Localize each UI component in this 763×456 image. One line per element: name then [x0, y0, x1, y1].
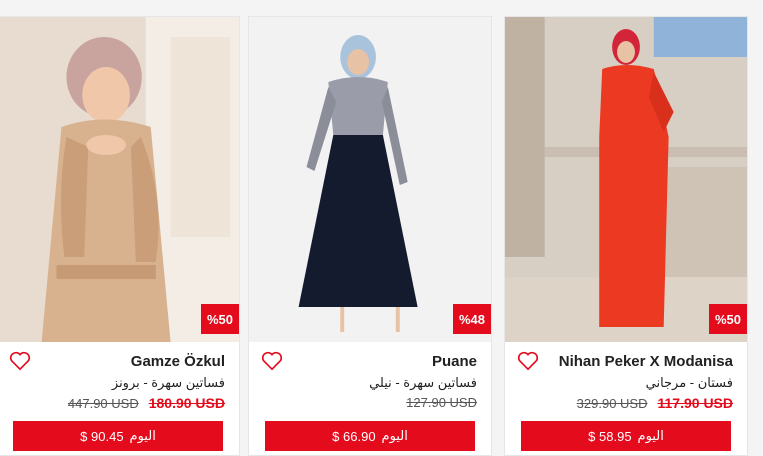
- product-card[interactable]: %50 Nihan Peker X Modanisa فستان - مرجان…: [504, 16, 748, 456]
- today-price: $ 58.95: [588, 428, 632, 444]
- product-grid: %50 Gamze Özkul فساتين سهرة - برونز 447.…: [0, 0, 763, 456]
- product-image[interactable]: [505, 17, 747, 342]
- old-price: 127.90 USD: [406, 395, 477, 410]
- today-price-button[interactable]: $ 66.90 اليوم: [265, 421, 475, 451]
- price-row: 447.90 USD 180.90 USD: [68, 395, 225, 411]
- today-price: $ 66.90: [332, 428, 376, 444]
- product-card[interactable]: %50 Gamze Özkul فساتين سهرة - برونز 447.…: [0, 16, 240, 456]
- product-brand[interactable]: Gamze Özkul: [131, 353, 225, 370]
- product-card[interactable]: %48 Puane فساتين سهرة - نيلي 127.90 USD …: [248, 16, 492, 456]
- product-name[interactable]: فساتين سهرة - برونز: [112, 375, 225, 391]
- discount-badge: %50: [709, 304, 747, 334]
- product-image[interactable]: [249, 17, 491, 342]
- product-name[interactable]: فساتين سهرة - نيلي: [369, 375, 477, 391]
- today-label: اليوم: [637, 428, 664, 443]
- sale-price: 117.90 USD: [657, 395, 734, 411]
- heart-icon[interactable]: [261, 351, 283, 371]
- today-price-button[interactable]: $ 58.95 اليوم: [521, 421, 731, 451]
- heart-icon[interactable]: [517, 351, 539, 371]
- product-name[interactable]: فستان - مرجاني: [646, 375, 733, 391]
- today-label: اليوم: [381, 428, 408, 443]
- today-price-button[interactable]: $ 90.45 اليوم: [13, 421, 223, 451]
- today-price: $ 90.45: [80, 428, 124, 444]
- old-price: 329.90 USD: [576, 396, 648, 411]
- product-brand[interactable]: Nihan Peker X Modanisa: [559, 353, 733, 370]
- price-row: 329.90 USD 117.90 USD: [577, 395, 733, 411]
- today-label: اليوم: [129, 428, 156, 443]
- old-price: 447.90 USD: [67, 396, 139, 411]
- discount-badge: %50: [201, 304, 239, 334]
- discount-badge: %48: [453, 304, 491, 334]
- sale-price: 180.90 USD: [148, 395, 225, 411]
- product-image[interactable]: [0, 17, 239, 342]
- price-row: 127.90 USD: [406, 395, 477, 410]
- heart-icon[interactable]: [9, 351, 31, 371]
- product-brand[interactable]: Puane: [432, 353, 477, 370]
